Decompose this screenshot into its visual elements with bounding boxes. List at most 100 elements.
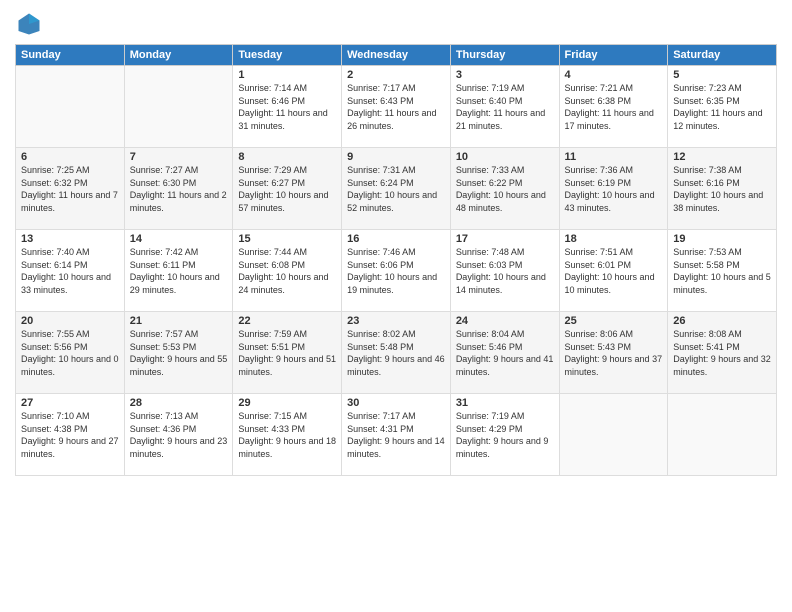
day-cell	[124, 66, 233, 148]
day-content: Sunrise: 7:40 AM Sunset: 6:14 PM Dayligh…	[21, 246, 119, 296]
day-number: 22	[238, 315, 336, 327]
day-number: 4	[565, 69, 663, 81]
day-content: Sunrise: 7:46 AM Sunset: 6:06 PM Dayligh…	[347, 246, 445, 296]
day-number: 2	[347, 69, 445, 81]
day-content: Sunrise: 8:06 AM Sunset: 5:43 PM Dayligh…	[565, 328, 663, 378]
day-cell: 1Sunrise: 7:14 AM Sunset: 6:46 PM Daylig…	[233, 66, 342, 148]
day-content: Sunrise: 7:17 AM Sunset: 4:31 PM Dayligh…	[347, 410, 445, 460]
day-content: Sunrise: 7:44 AM Sunset: 6:08 PM Dayligh…	[238, 246, 336, 296]
day-cell: 30Sunrise: 7:17 AM Sunset: 4:31 PM Dayli…	[342, 394, 451, 476]
day-number: 28	[130, 397, 228, 409]
day-content: Sunrise: 7:19 AM Sunset: 6:40 PM Dayligh…	[456, 82, 554, 132]
day-number: 19	[673, 233, 771, 245]
day-cell: 28Sunrise: 7:13 AM Sunset: 4:36 PM Dayli…	[124, 394, 233, 476]
day-content: Sunrise: 8:02 AM Sunset: 5:48 PM Dayligh…	[347, 328, 445, 378]
day-cell: 9Sunrise: 7:31 AM Sunset: 6:24 PM Daylig…	[342, 148, 451, 230]
day-number: 10	[456, 151, 554, 163]
day-cell: 8Sunrise: 7:29 AM Sunset: 6:27 PM Daylig…	[233, 148, 342, 230]
header	[15, 10, 777, 38]
week-row-2: 6Sunrise: 7:25 AM Sunset: 6:32 PM Daylig…	[16, 148, 777, 230]
week-row-3: 13Sunrise: 7:40 AM Sunset: 6:14 PM Dayli…	[16, 230, 777, 312]
header-sunday: Sunday	[16, 45, 125, 66]
day-number: 16	[347, 233, 445, 245]
day-cell: 4Sunrise: 7:21 AM Sunset: 6:38 PM Daylig…	[559, 66, 668, 148]
header-friday: Friday	[559, 45, 668, 66]
day-content: Sunrise: 7:15 AM Sunset: 4:33 PM Dayligh…	[238, 410, 336, 460]
day-content: Sunrise: 7:19 AM Sunset: 4:29 PM Dayligh…	[456, 410, 554, 460]
day-number: 15	[238, 233, 336, 245]
day-cell: 15Sunrise: 7:44 AM Sunset: 6:08 PM Dayli…	[233, 230, 342, 312]
day-cell: 22Sunrise: 7:59 AM Sunset: 5:51 PM Dayli…	[233, 312, 342, 394]
day-number: 31	[456, 397, 554, 409]
day-content: Sunrise: 7:31 AM Sunset: 6:24 PM Dayligh…	[347, 164, 445, 214]
day-number: 26	[673, 315, 771, 327]
day-cell	[668, 394, 777, 476]
day-content: Sunrise: 7:36 AM Sunset: 6:19 PM Dayligh…	[565, 164, 663, 214]
day-content: Sunrise: 8:08 AM Sunset: 5:41 PM Dayligh…	[673, 328, 771, 378]
day-content: Sunrise: 7:55 AM Sunset: 5:56 PM Dayligh…	[21, 328, 119, 378]
day-cell: 3Sunrise: 7:19 AM Sunset: 6:40 PM Daylig…	[450, 66, 559, 148]
day-cell: 12Sunrise: 7:38 AM Sunset: 6:16 PM Dayli…	[668, 148, 777, 230]
day-content: Sunrise: 7:21 AM Sunset: 6:38 PM Dayligh…	[565, 82, 663, 132]
day-number: 5	[673, 69, 771, 81]
header-tuesday: Tuesday	[233, 45, 342, 66]
week-row-5: 27Sunrise: 7:10 AM Sunset: 4:38 PM Dayli…	[16, 394, 777, 476]
day-number: 27	[21, 397, 119, 409]
day-cell: 29Sunrise: 7:15 AM Sunset: 4:33 PM Dayli…	[233, 394, 342, 476]
day-cell: 13Sunrise: 7:40 AM Sunset: 6:14 PM Dayli…	[16, 230, 125, 312]
day-number: 29	[238, 397, 336, 409]
day-cell: 27Sunrise: 7:10 AM Sunset: 4:38 PM Dayli…	[16, 394, 125, 476]
calendar-header: SundayMondayTuesdayWednesdayThursdayFrid…	[16, 45, 777, 66]
day-cell: 24Sunrise: 8:04 AM Sunset: 5:46 PM Dayli…	[450, 312, 559, 394]
day-cell: 31Sunrise: 7:19 AM Sunset: 4:29 PM Dayli…	[450, 394, 559, 476]
day-cell: 23Sunrise: 8:02 AM Sunset: 5:48 PM Dayli…	[342, 312, 451, 394]
day-cell: 20Sunrise: 7:55 AM Sunset: 5:56 PM Dayli…	[16, 312, 125, 394]
day-number: 20	[21, 315, 119, 327]
logo-icon	[15, 10, 43, 38]
day-cell: 10Sunrise: 7:33 AM Sunset: 6:22 PM Dayli…	[450, 148, 559, 230]
day-cell: 2Sunrise: 7:17 AM Sunset: 6:43 PM Daylig…	[342, 66, 451, 148]
day-number: 7	[130, 151, 228, 163]
header-row: SundayMondayTuesdayWednesdayThursdayFrid…	[16, 45, 777, 66]
day-content: Sunrise: 7:38 AM Sunset: 6:16 PM Dayligh…	[673, 164, 771, 214]
day-cell: 21Sunrise: 7:57 AM Sunset: 5:53 PM Dayli…	[124, 312, 233, 394]
day-content: Sunrise: 7:25 AM Sunset: 6:32 PM Dayligh…	[21, 164, 119, 214]
day-number: 11	[565, 151, 663, 163]
day-content: Sunrise: 7:29 AM Sunset: 6:27 PM Dayligh…	[238, 164, 336, 214]
day-cell: 19Sunrise: 7:53 AM Sunset: 5:58 PM Dayli…	[668, 230, 777, 312]
day-cell: 16Sunrise: 7:46 AM Sunset: 6:06 PM Dayli…	[342, 230, 451, 312]
day-content: Sunrise: 7:14 AM Sunset: 6:46 PM Dayligh…	[238, 82, 336, 132]
day-cell: 5Sunrise: 7:23 AM Sunset: 6:35 PM Daylig…	[668, 66, 777, 148]
day-number: 6	[21, 151, 119, 163]
day-number: 30	[347, 397, 445, 409]
header-wednesday: Wednesday	[342, 45, 451, 66]
day-number: 13	[21, 233, 119, 245]
day-content: Sunrise: 7:53 AM Sunset: 5:58 PM Dayligh…	[673, 246, 771, 296]
day-content: Sunrise: 8:04 AM Sunset: 5:46 PM Dayligh…	[456, 328, 554, 378]
day-content: Sunrise: 7:13 AM Sunset: 4:36 PM Dayligh…	[130, 410, 228, 460]
header-thursday: Thursday	[450, 45, 559, 66]
day-cell: 6Sunrise: 7:25 AM Sunset: 6:32 PM Daylig…	[16, 148, 125, 230]
day-number: 21	[130, 315, 228, 327]
day-number: 14	[130, 233, 228, 245]
day-number: 24	[456, 315, 554, 327]
logo	[15, 10, 47, 38]
day-content: Sunrise: 7:42 AM Sunset: 6:11 PM Dayligh…	[130, 246, 228, 296]
day-content: Sunrise: 7:27 AM Sunset: 6:30 PM Dayligh…	[130, 164, 228, 214]
day-content: Sunrise: 7:51 AM Sunset: 6:01 PM Dayligh…	[565, 246, 663, 296]
day-cell: 14Sunrise: 7:42 AM Sunset: 6:11 PM Dayli…	[124, 230, 233, 312]
week-row-1: 1Sunrise: 7:14 AM Sunset: 6:46 PM Daylig…	[16, 66, 777, 148]
day-number: 8	[238, 151, 336, 163]
day-content: Sunrise: 7:33 AM Sunset: 6:22 PM Dayligh…	[456, 164, 554, 214]
day-content: Sunrise: 7:48 AM Sunset: 6:03 PM Dayligh…	[456, 246, 554, 296]
day-cell	[559, 394, 668, 476]
day-cell: 11Sunrise: 7:36 AM Sunset: 6:19 PM Dayli…	[559, 148, 668, 230]
day-number: 23	[347, 315, 445, 327]
day-number: 1	[238, 69, 336, 81]
day-content: Sunrise: 7:17 AM Sunset: 6:43 PM Dayligh…	[347, 82, 445, 132]
day-number: 17	[456, 233, 554, 245]
day-content: Sunrise: 7:23 AM Sunset: 6:35 PM Dayligh…	[673, 82, 771, 132]
day-number: 25	[565, 315, 663, 327]
calendar-table: SundayMondayTuesdayWednesdayThursdayFrid…	[15, 44, 777, 476]
day-cell: 26Sunrise: 8:08 AM Sunset: 5:41 PM Dayli…	[668, 312, 777, 394]
